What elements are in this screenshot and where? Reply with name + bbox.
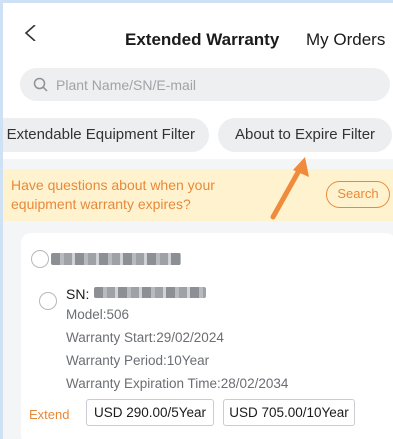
- warranty-expiration-text: Warranty Expiration Time:28/02/2034: [66, 376, 289, 391]
- model-text: Model:506: [66, 307, 130, 322]
- banner-search-button[interactable]: Search: [326, 181, 390, 208]
- filter-chip-expiring[interactable]: About to Expire Filter: [218, 118, 392, 152]
- redacted-plant-name: [51, 253, 181, 265]
- search-placeholder: Plant Name/SN/E-mail: [56, 77, 197, 93]
- help-banner: Have questions about when your equipment…: [3, 169, 393, 221]
- search-bar: Plant Name/SN/E-mail: [3, 63, 393, 109]
- redacted-serial-number: [94, 287, 206, 298]
- device-card: SN: Model:506 Warranty Start:29/02/2024 …: [21, 233, 393, 439]
- top-bar: Extended Warranty My Orders: [3, 3, 393, 63]
- filter-bar: Extendable Equipment Filter About to Exp…: [3, 109, 393, 159]
- search-icon: [33, 77, 48, 92]
- search-input[interactable]: Plant Name/SN/E-mail: [20, 68, 390, 101]
- warranty-start-text: Warranty Start:29/02/2024: [66, 330, 224, 345]
- warranty-period-text: Warranty Period:10Year: [66, 353, 210, 368]
- my-orders-link[interactable]: My Orders: [306, 30, 385, 50]
- extend-label: Extend: [29, 407, 70, 422]
- extend-option-5-year[interactable]: USD 290.00/5Year: [86, 399, 214, 426]
- page-title: Extended Warranty: [125, 30, 280, 49]
- extend-option-10-year[interactable]: USD 705.00/10Year: [223, 399, 355, 426]
- sn-label: SN:: [66, 286, 90, 302]
- app-frame: Extended Warranty My Orders Plant Name/S…: [0, 0, 393, 439]
- device-select-radio[interactable]: [39, 292, 57, 310]
- annotation-arrow-icon: [270, 157, 309, 220]
- banner-text: Have questions about when your equipment…: [11, 177, 215, 212]
- group-select-radio[interactable]: [31, 250, 49, 268]
- filter-chip-extendable[interactable]: Extendable Equipment Filter: [3, 118, 209, 152]
- back-chevron-icon[interactable]: [23, 25, 39, 41]
